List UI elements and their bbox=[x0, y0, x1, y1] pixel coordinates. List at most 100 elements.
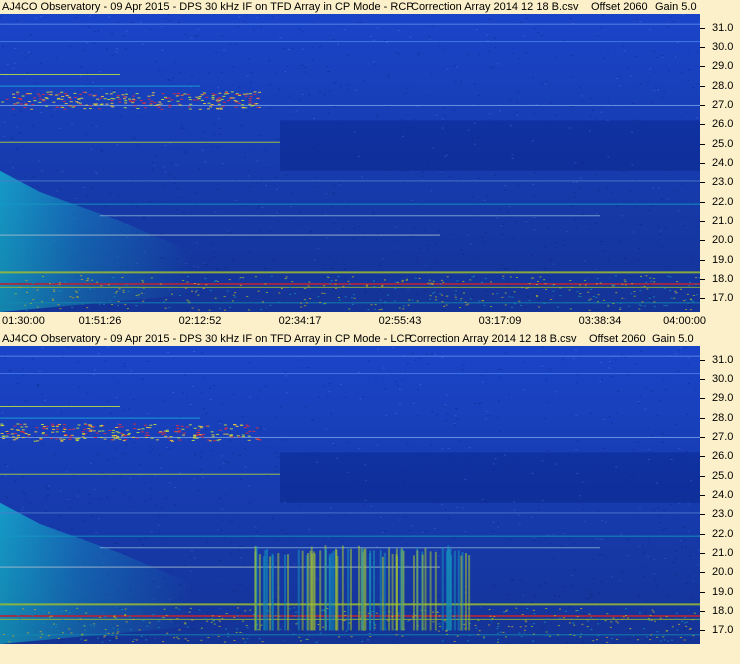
y-tick: 27.0 bbox=[700, 430, 740, 444]
y-tick-label: 20.0 bbox=[712, 234, 734, 247]
x-tick-label: 02:34:17 bbox=[278, 315, 322, 327]
y-tick: 23.0 bbox=[700, 175, 740, 189]
y-tick-mark bbox=[700, 378, 705, 380]
y-tick: 30.0 bbox=[700, 372, 740, 386]
y-tick-label: 21.0 bbox=[712, 215, 734, 228]
y-tick: 18.0 bbox=[700, 604, 740, 618]
y-tick: 29.0 bbox=[700, 59, 740, 73]
y-tick-label: 17.0 bbox=[712, 292, 734, 305]
y-tick: 18.0 bbox=[700, 272, 740, 286]
y-tick-mark bbox=[700, 66, 705, 68]
y-tick-mark bbox=[700, 143, 705, 145]
lcp-spectrogram-panel: AJ4CO Observatory - 09 Apr 2015 - DPS 30… bbox=[0, 332, 740, 644]
lcp-gain: Gain 5.0 bbox=[652, 333, 694, 345]
lcp-title: AJ4CO Observatory - 09 Apr 2015 - DPS 30… bbox=[2, 333, 412, 345]
rcp-title: AJ4CO Observatory - 09 Apr 2015 - DPS 30… bbox=[2, 1, 414, 13]
y-tick-mark bbox=[700, 221, 705, 223]
y-tick: 19.0 bbox=[700, 585, 740, 599]
y-tick: 26.0 bbox=[700, 117, 740, 131]
x-tick-label: 03:17:09 bbox=[478, 315, 522, 327]
y-tick: 28.0 bbox=[700, 79, 740, 93]
x-tick-label: 02:55:43 bbox=[378, 315, 422, 327]
y-tick-mark bbox=[700, 259, 705, 261]
y-tick-mark bbox=[700, 104, 705, 106]
rcp-offset: Offset 2060 bbox=[591, 1, 648, 13]
y-tick: 31.0 bbox=[700, 353, 740, 367]
y-tick-mark bbox=[700, 124, 705, 126]
y-tick-mark bbox=[700, 201, 705, 203]
y-tick-label: 18.0 bbox=[712, 273, 734, 286]
y-tick-label: 17.0 bbox=[712, 624, 734, 637]
y-tick-mark bbox=[700, 553, 705, 555]
rcp-title-bar: AJ4CO Observatory - 09 Apr 2015 - DPS 30… bbox=[0, 0, 740, 14]
y-tick-label: 29.0 bbox=[712, 60, 734, 73]
lcp-spectrogram-plot bbox=[0, 346, 700, 644]
y-tick: 26.0 bbox=[700, 449, 740, 463]
y-tick-mark bbox=[700, 533, 705, 535]
y-tick-mark bbox=[700, 182, 705, 184]
y-tick: 25.0 bbox=[700, 137, 740, 151]
y-tick-mark bbox=[700, 475, 705, 477]
y-tick-label: 18.0 bbox=[712, 605, 734, 618]
lcp-correction-file: Correction Array 2014 12 18 B.csv bbox=[409, 333, 577, 345]
y-tick: 27.0 bbox=[700, 98, 740, 112]
y-tick: 21.0 bbox=[700, 214, 740, 228]
y-tick-label: 27.0 bbox=[712, 98, 734, 111]
y-tick-label: 25.0 bbox=[712, 137, 734, 150]
y-tick-mark bbox=[700, 163, 705, 164]
y-tick: 22.0 bbox=[700, 195, 740, 209]
y-tick: 20.0 bbox=[700, 233, 740, 247]
rcp-gain: Gain 5.0 bbox=[655, 1, 697, 13]
time-axis: 01:30:00 01:51:26 02:12:52 02:34:17 02:55:43… bbox=[0, 312, 740, 328]
y-tick-label: 24.0 bbox=[712, 489, 734, 501]
lcp-frequency-axis: 31.0 30.0 29.0 28.0 27.0 26.0 25.0 24.0 23.0 22.0… bbox=[700, 346, 740, 644]
y-tick-mark bbox=[700, 46, 705, 48]
y-tick-label: 31.0 bbox=[712, 21, 734, 34]
y-tick: 25.0 bbox=[700, 469, 740, 483]
rcp-spectrogram-canvas bbox=[0, 14, 700, 312]
y-tick-label: 22.0 bbox=[712, 527, 734, 540]
y-tick-mark bbox=[700, 630, 705, 632]
y-tick-label: 19.0 bbox=[712, 253, 734, 266]
y-tick-mark bbox=[700, 495, 705, 496]
y-tick-mark bbox=[700, 279, 705, 281]
y-tick-label: 24.0 bbox=[712, 157, 734, 169]
y-tick-label: 30.0 bbox=[712, 372, 734, 385]
y-tick-mark bbox=[700, 591, 705, 593]
y-tick-label: 29.0 bbox=[712, 392, 734, 405]
y-tick: 17.0 bbox=[700, 623, 740, 637]
y-tick: 31.0 bbox=[700, 21, 740, 35]
y-tick: 21.0 bbox=[700, 546, 740, 560]
y-tick-mark bbox=[700, 611, 705, 613]
bottom-strip bbox=[0, 644, 740, 664]
y-tick-label: 23.0 bbox=[712, 176, 734, 189]
y-tick-label: 20.0 bbox=[712, 566, 734, 579]
x-tick-label: 02:12:52 bbox=[178, 315, 222, 327]
lcp-spectrogram-canvas bbox=[0, 346, 700, 644]
y-tick: 22.0 bbox=[700, 527, 740, 541]
y-tick-mark bbox=[700, 456, 705, 458]
y-tick-label: 19.0 bbox=[712, 585, 734, 598]
y-tick: 29.0 bbox=[700, 391, 740, 405]
y-tick-label: 28.0 bbox=[712, 79, 734, 92]
shade-overlay bbox=[0, 14, 700, 312]
x-tick-label: 01:30:00 bbox=[2, 315, 45, 327]
rcp-spectrogram-plot bbox=[0, 14, 700, 312]
y-tick: 24.0 bbox=[700, 156, 740, 170]
y-tick-label: 28.0 bbox=[712, 411, 734, 424]
y-tick-label: 31.0 bbox=[712, 353, 734, 366]
y-tick: 19.0 bbox=[700, 253, 740, 267]
y-tick-label: 22.0 bbox=[712, 195, 734, 208]
y-tick-label: 30.0 bbox=[712, 40, 734, 53]
y-tick: 20.0 bbox=[700, 565, 740, 579]
y-tick-mark bbox=[700, 298, 705, 300]
y-tick-label: 23.0 bbox=[712, 508, 734, 521]
y-tick-mark bbox=[700, 572, 705, 574]
y-tick: 24.0 bbox=[700, 488, 740, 502]
lcp-title-bar: AJ4CO Observatory - 09 Apr 2015 - DPS 30… bbox=[0, 332, 740, 346]
rcp-correction-file: Correction Array 2014 12 18 B.csv bbox=[411, 1, 579, 13]
x-tick-label: 04:00:00 bbox=[663, 315, 706, 327]
y-tick-label: 26.0 bbox=[712, 450, 734, 463]
shade-overlay bbox=[0, 346, 700, 644]
lcp-offset: Offset 2060 bbox=[589, 333, 646, 345]
